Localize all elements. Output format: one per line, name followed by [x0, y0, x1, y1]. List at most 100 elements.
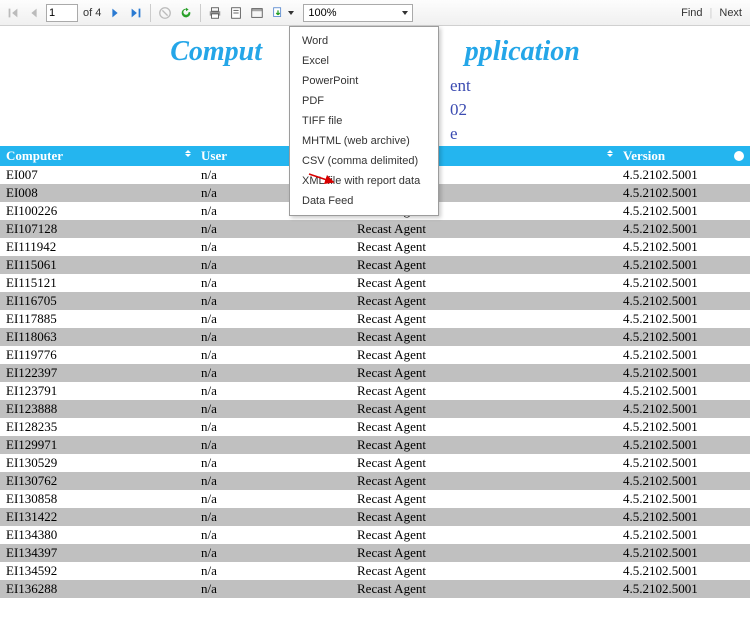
cell: Recast Agent	[351, 580, 617, 598]
cell: 4.5.2102.5001	[617, 310, 750, 328]
export-menu-item[interactable]: CSV (comma delimited)	[294, 151, 434, 171]
table-row[interactable]: EI131422n/aRecast Agent4.5.2102.5001	[0, 508, 750, 526]
next-page-button[interactable]	[106, 4, 124, 22]
find-link[interactable]: Find	[677, 7, 706, 19]
export-menu-item[interactable]: Excel	[294, 51, 434, 71]
export-menu-item[interactable]: XML file with report data	[294, 171, 434, 191]
cell: n/a	[195, 292, 351, 310]
zoom-select[interactable]: 100%	[303, 4, 413, 22]
toolbar-separator	[150, 4, 151, 22]
cell: 4.5.2102.5001	[617, 508, 750, 526]
cell: EI131422	[0, 508, 195, 526]
cell: Recast Agent	[351, 436, 617, 454]
cell: 4.5.2102.5001	[617, 328, 750, 346]
cell: EI116705	[0, 292, 195, 310]
table-row[interactable]: EI123888n/aRecast Agent4.5.2102.5001	[0, 400, 750, 418]
export-button[interactable]	[269, 4, 287, 22]
sort-active-icon	[734, 151, 744, 161]
cell: Recast Agent	[351, 454, 617, 472]
export-menu-item[interactable]: Word	[294, 31, 434, 51]
stop-button[interactable]	[156, 4, 174, 22]
sort-icon	[185, 150, 191, 157]
table-row[interactable]: EI136288n/aRecast Agent4.5.2102.5001	[0, 580, 750, 598]
table-row[interactable]: EI130529n/aRecast Agent4.5.2102.5001	[0, 454, 750, 472]
cell: EI130529	[0, 454, 195, 472]
cell: n/a	[195, 400, 351, 418]
export-menu-item[interactable]: MHTML (web archive)	[294, 131, 434, 151]
table-row[interactable]: EI130762n/aRecast Agent4.5.2102.5001	[0, 472, 750, 490]
toolbar-separator	[200, 4, 201, 22]
cell: EI136288	[0, 580, 195, 598]
col-header-computer[interactable]: Computer	[0, 146, 195, 166]
find-next-link[interactable]: Next	[715, 7, 746, 19]
first-page-button[interactable]	[4, 4, 22, 22]
table-row[interactable]: EI118063n/aRecast Agent4.5.2102.5001	[0, 328, 750, 346]
cell: Recast Agent	[351, 256, 617, 274]
table-row[interactable]: EI119776n/aRecast Agent4.5.2102.5001	[0, 346, 750, 364]
cell: EI123888	[0, 400, 195, 418]
cell: n/a	[195, 472, 351, 490]
subtitle-line-1: ent	[450, 74, 750, 98]
cell: EI128235	[0, 418, 195, 436]
table-row[interactable]: EI107128n/aRecast Agent4.5.2102.5001	[0, 220, 750, 238]
table-row[interactable]: EI116705n/aRecast Agent4.5.2102.5001	[0, 292, 750, 310]
report-title-right: pplication	[465, 36, 580, 67]
print-button[interactable]	[206, 4, 224, 22]
cell: 4.5.2102.5001	[617, 436, 750, 454]
cell: 4.5.2102.5001	[617, 220, 750, 238]
table-row[interactable]: EI115061n/aRecast Agent4.5.2102.5001	[0, 256, 750, 274]
cell: n/a	[195, 508, 351, 526]
cell: Recast Agent	[351, 310, 617, 328]
table-row[interactable]: EI117885n/aRecast Agent4.5.2102.5001	[0, 310, 750, 328]
refresh-button[interactable]	[177, 4, 195, 22]
chevron-down-icon	[402, 11, 408, 15]
table-row[interactable]: EI134380n/aRecast Agent4.5.2102.5001	[0, 526, 750, 544]
table-row[interactable]: EI128235n/aRecast Agent4.5.2102.5001	[0, 418, 750, 436]
cell: 4.5.2102.5001	[617, 274, 750, 292]
table-row[interactable]: EI123791n/aRecast Agent4.5.2102.5001	[0, 382, 750, 400]
cell: 4.5.2102.5001	[617, 400, 750, 418]
cell: 4.5.2102.5001	[617, 184, 750, 202]
cell: EI115121	[0, 274, 195, 292]
export-menu-item[interactable]: TIFF file	[294, 111, 434, 131]
col-header-version[interactable]: Version	[617, 146, 750, 166]
prev-page-button[interactable]	[25, 4, 43, 22]
cell: EI130762	[0, 472, 195, 490]
subtitle-line-3: e	[450, 122, 750, 146]
cell: n/a	[195, 526, 351, 544]
table-row[interactable]: EI115121n/aRecast Agent4.5.2102.5001	[0, 274, 750, 292]
table-row[interactable]: EI134592n/aRecast Agent4.5.2102.5001	[0, 562, 750, 580]
cell: n/a	[195, 346, 351, 364]
cell: n/a	[195, 274, 351, 292]
cell: 4.5.2102.5001	[617, 544, 750, 562]
cell: Recast Agent	[351, 472, 617, 490]
table-row[interactable]: EI129971n/aRecast Agent4.5.2102.5001	[0, 436, 750, 454]
cell: 4.5.2102.5001	[617, 454, 750, 472]
cell: EI129971	[0, 436, 195, 454]
export-dropdown-menu: WordExcelPowerPointPDFTIFF fileMHTML (we…	[289, 26, 439, 216]
print-layout-button[interactable]	[227, 4, 245, 22]
export-menu-item[interactable]: PDF	[294, 91, 434, 111]
export-dropdown-caret[interactable]	[288, 11, 294, 15]
export-menu-item[interactable]: Data Feed	[294, 191, 434, 211]
cell: Recast Agent	[351, 400, 617, 418]
table-row[interactable]: EI111942n/aRecast Agent4.5.2102.5001	[0, 238, 750, 256]
cell: n/a	[195, 220, 351, 238]
cell: 4.5.2102.5001	[617, 562, 750, 580]
cell: 4.5.2102.5001	[617, 292, 750, 310]
cell: 4.5.2102.5001	[617, 382, 750, 400]
last-page-button[interactable]	[127, 4, 145, 22]
table-row[interactable]: EI122397n/aRecast Agent4.5.2102.5001	[0, 364, 750, 382]
cell: Recast Agent	[351, 418, 617, 436]
table-row[interactable]: EI130858n/aRecast Agent4.5.2102.5001	[0, 490, 750, 508]
cell: n/a	[195, 382, 351, 400]
cell: EI117885	[0, 310, 195, 328]
page-setup-button[interactable]	[248, 4, 266, 22]
cell: 4.5.2102.5001	[617, 526, 750, 544]
cell: 4.5.2102.5001	[617, 490, 750, 508]
export-menu-item[interactable]: PowerPoint	[294, 71, 434, 91]
cell: n/a	[195, 490, 351, 508]
cell: n/a	[195, 256, 351, 274]
table-row[interactable]: EI134397n/aRecast Agent4.5.2102.5001	[0, 544, 750, 562]
page-number-input[interactable]	[46, 4, 78, 22]
